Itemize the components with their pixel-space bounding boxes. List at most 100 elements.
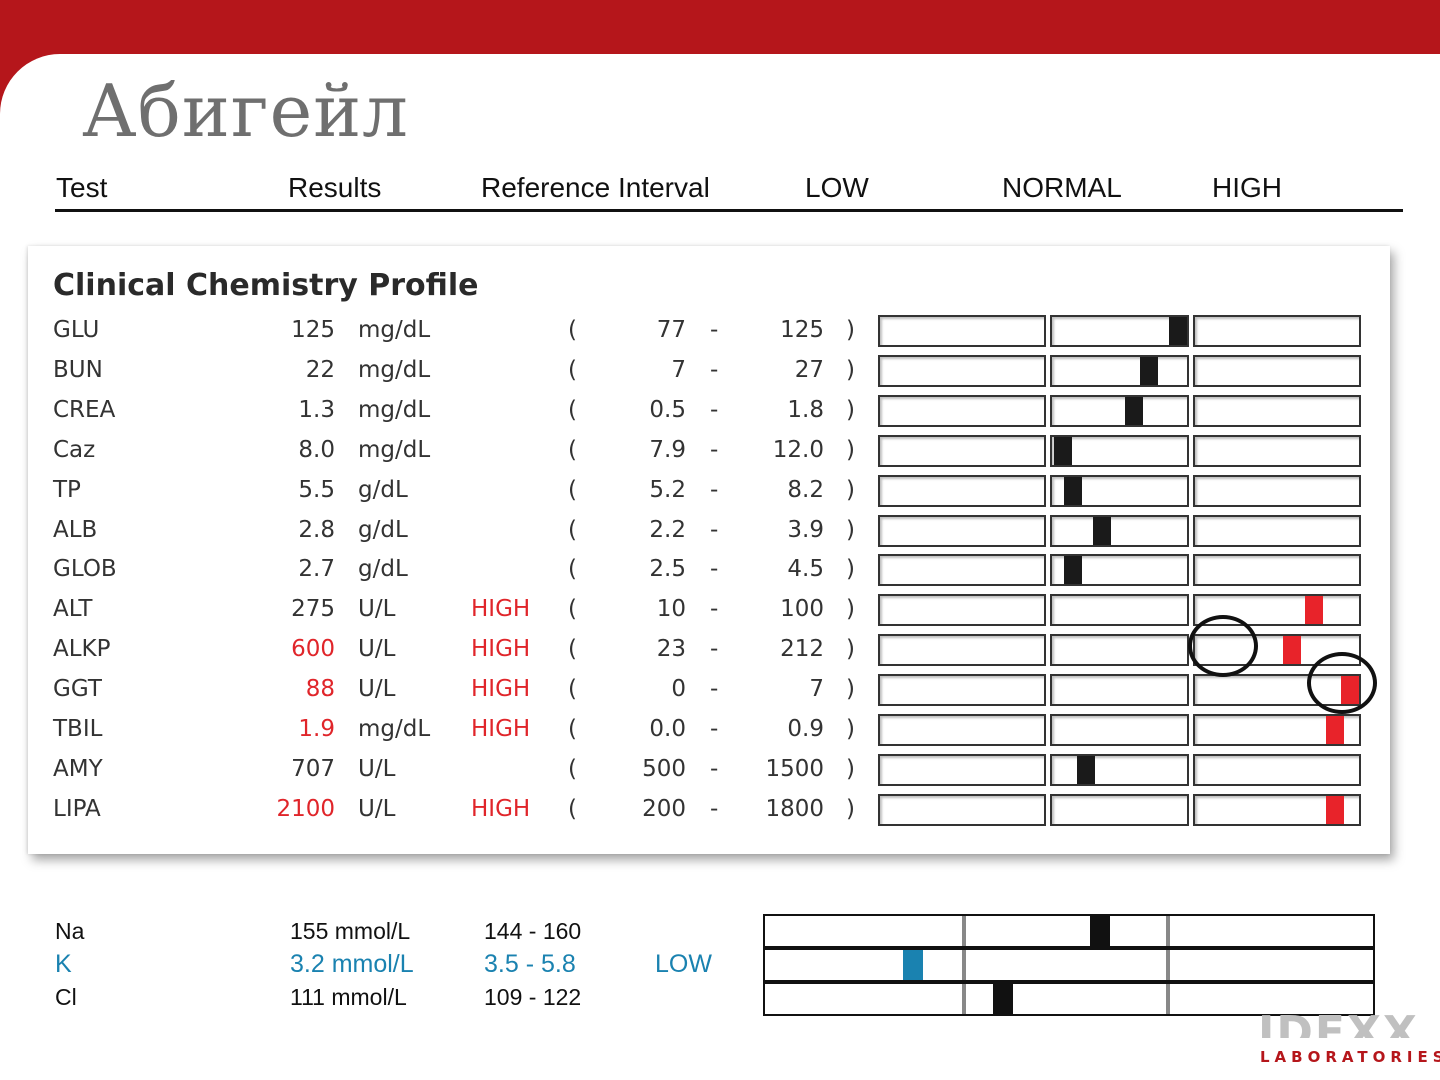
- row-ref-close: ): [846, 516, 855, 543]
- row-ref-close: ): [846, 476, 855, 503]
- row-ref-high: 0.9: [787, 716, 824, 742]
- range-divider: [962, 984, 966, 1014]
- row-ref-high: 125: [780, 317, 824, 343]
- result-marker: [1063, 476, 1082, 505]
- electrolyte-test: K: [55, 950, 72, 978]
- low-range-bar: [878, 793, 1046, 826]
- row-result: 88: [305, 676, 335, 703]
- row-unit: U/L: [358, 676, 396, 703]
- row-result: 707: [291, 755, 335, 782]
- normal-range-bar: [1050, 674, 1189, 707]
- header-underline: [55, 209, 1403, 212]
- header-high: HIGH: [1212, 172, 1282, 203]
- row-test: ALKP: [53, 636, 111, 663]
- electrolyte-reference: 109 - 122: [484, 984, 582, 1010]
- row-ref-open: (: [568, 476, 577, 503]
- normal-range-bar: [1050, 634, 1189, 667]
- top-banner: [0, 0, 1440, 54]
- high-range-bar: [1193, 514, 1361, 547]
- high-range-bar: [1193, 354, 1361, 387]
- normal-range-bar: [1050, 514, 1189, 547]
- row-test: ALB: [53, 516, 98, 543]
- row-ref-low: 5.2: [649, 476, 686, 503]
- high-result-marker: [1304, 596, 1323, 625]
- result-marker: [1124, 396, 1143, 425]
- row-result: 600: [291, 636, 335, 663]
- row-ref-dash: -: [710, 795, 719, 822]
- row-flag: HIGH: [471, 636, 531, 663]
- result-marker: [993, 984, 1013, 1014]
- result-marker: [1054, 436, 1073, 465]
- row-result: 22: [305, 356, 335, 383]
- header-normal: NORMAL: [1002, 172, 1122, 203]
- row-ref-open: (: [568, 317, 577, 343]
- result-marker: [1169, 317, 1187, 345]
- row-result: 8.0: [298, 436, 335, 463]
- row-ref-high: 100: [780, 596, 824, 623]
- high-range-bar: [1193, 753, 1361, 786]
- electrolyte-result: 155 mmol/L: [290, 918, 411, 944]
- low-range-bar: [878, 594, 1046, 627]
- row-unit: g/dL: [358, 476, 408, 503]
- row-flag: HIGH: [471, 795, 531, 822]
- low-range-bar: [878, 753, 1046, 786]
- row-ref-dash: -: [710, 436, 719, 463]
- header-low: LOW: [805, 172, 869, 203]
- result-marker: [1090, 916, 1111, 946]
- logo-subtitle: LABORATORIES: [1260, 1048, 1440, 1066]
- high-range-bar: [1193, 434, 1361, 467]
- slide-title: Абигейл: [82, 69, 409, 153]
- row-ref-low: 77: [656, 317, 686, 343]
- row-ref-dash: -: [710, 556, 719, 583]
- row-ref-low: 200: [642, 795, 686, 822]
- high-range-bar: [1193, 474, 1361, 507]
- row-ref-high: 3.9: [787, 516, 824, 543]
- row-ref-low: 10: [656, 596, 686, 623]
- row-ref-open: (: [568, 356, 577, 383]
- row-ref-open: (: [568, 676, 577, 703]
- range-divider: [962, 950, 966, 980]
- row-test: GLOB: [53, 556, 117, 583]
- electrolyte-flag: LOW: [655, 950, 712, 978]
- row-ref-high: 7: [809, 676, 824, 703]
- row-unit: mg/dL: [358, 436, 431, 463]
- row-ref-high: 1500: [765, 755, 824, 782]
- electrolyte-reference: 3.5 - 5.8: [484, 950, 576, 978]
- low-range-bar: [878, 394, 1046, 427]
- row-ref-open: (: [568, 716, 577, 742]
- high-result-marker: [1326, 716, 1345, 744]
- ggt-highlight-circle: [1307, 652, 1377, 714]
- low-range-bar: [878, 634, 1046, 667]
- high-result-marker: [1282, 636, 1301, 665]
- row-ref-dash: -: [710, 356, 719, 383]
- high-range-bar: [1193, 315, 1361, 347]
- row-ref-close: ): [846, 755, 855, 782]
- result-marker: [1076, 755, 1095, 784]
- row-ref-high: 1800: [765, 795, 824, 822]
- row-ref-high: 1.8: [787, 396, 824, 423]
- result-marker: [1092, 516, 1111, 545]
- range-divider: [1166, 950, 1170, 980]
- low-range-bar: [878, 315, 1046, 347]
- row-unit: U/L: [358, 636, 396, 663]
- row-ref-low: 0.0: [649, 716, 686, 742]
- header-reference: Reference Interval: [481, 172, 710, 203]
- normal-range-bar: [1050, 594, 1189, 627]
- row-test: GGT: [53, 676, 102, 703]
- row-ref-high: 12.0: [772, 436, 824, 463]
- row-unit: mg/dL: [358, 396, 431, 423]
- low-range-bar: [878, 434, 1046, 467]
- row-ref-dash: -: [710, 396, 719, 423]
- row-unit: U/L: [358, 755, 396, 782]
- row-flag: HIGH: [471, 716, 531, 742]
- row-ref-open: (: [568, 755, 577, 782]
- electrolyte-bar: [763, 948, 1375, 982]
- row-ref-dash: -: [710, 716, 719, 742]
- row-test: GLU: [53, 317, 100, 343]
- row-test: Caz: [53, 436, 96, 463]
- normal-range-bar: [1050, 714, 1189, 746]
- row-ref-low: 2.2: [649, 516, 686, 543]
- row-result: 1.9: [298, 716, 335, 742]
- row-result: 275: [291, 596, 335, 623]
- row-ref-open: (: [568, 795, 577, 822]
